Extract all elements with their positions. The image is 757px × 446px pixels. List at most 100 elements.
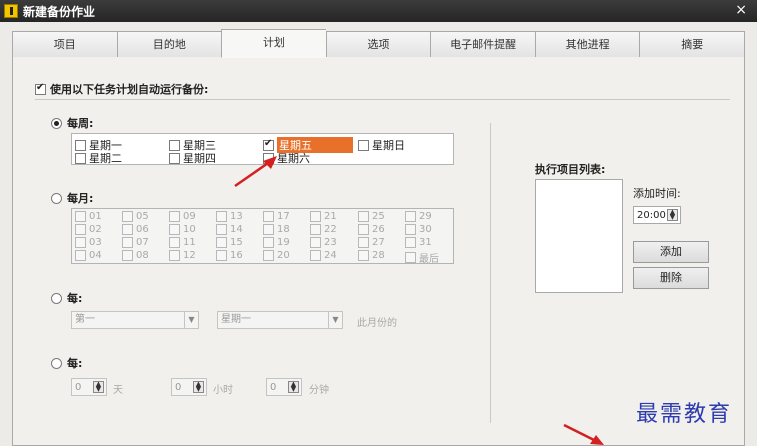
month-day[interactable]: 31	[405, 237, 432, 248]
month-day[interactable]: 25	[358, 211, 385, 222]
chevron-down-icon: ▼	[184, 312, 198, 328]
every-nth-label: 每:	[67, 292, 83, 305]
hours-spinner[interactable]: 0 ▲ ▼	[171, 378, 207, 396]
month-day[interactable]: 29	[405, 211, 432, 222]
hours-unit: 小时	[213, 385, 233, 396]
month-day[interactable]: 08	[122, 250, 149, 261]
month-day[interactable]: 13	[216, 211, 243, 222]
weekday-select[interactable]: 星期一 ▼	[217, 311, 343, 329]
tab-options[interactable]: 选项	[325, 31, 431, 57]
tab-other-processes[interactable]: 其他进程	[534, 31, 640, 57]
month-day[interactable]: 15	[216, 237, 243, 248]
delete-button[interactable]: 删除	[633, 267, 709, 289]
month-day[interactable]: 03	[75, 237, 102, 248]
days-spinner[interactable]: 0 ▲ ▼	[71, 378, 107, 396]
month-day[interactable]: 07	[122, 237, 149, 248]
minutes-unit: 分钟	[309, 385, 329, 396]
checkbox[interactable]	[358, 139, 369, 151]
day-tuesday[interactable]: 星期二	[75, 150, 122, 166]
monthly-radio[interactable]	[51, 192, 62, 204]
month-day[interactable]: 20	[263, 250, 290, 261]
month-day[interactable]: 28	[358, 250, 385, 261]
month-day[interactable]: 10	[169, 224, 196, 235]
time-value: 20:00	[637, 209, 666, 221]
month-day[interactable]: 27	[358, 237, 385, 248]
tab-email-alerts[interactable]: 电子邮件提醒	[430, 31, 535, 57]
month-day[interactable]: 14	[216, 224, 243, 235]
month-day[interactable]: 18	[263, 224, 290, 235]
month-day[interactable]: 05	[122, 211, 149, 222]
run-list-box[interactable]	[535, 179, 623, 293]
month-day[interactable]: 21	[310, 211, 337, 222]
tab-items[interactable]: 项目	[12, 31, 117, 57]
add-button[interactable]: 添加	[633, 241, 709, 263]
day-label: 星期四	[183, 152, 216, 165]
interval-label: 每:	[67, 357, 83, 370]
month-day[interactable]: 30	[405, 224, 432, 235]
close-icon[interactable]: ×	[735, 2, 747, 18]
tab-schedule[interactable]: 计划	[221, 29, 326, 58]
day-thursday[interactable]: 星期四	[169, 150, 216, 166]
separator	[35, 99, 730, 100]
add-time-label: 添加时间:	[633, 187, 681, 200]
spinner-arrows-icon[interactable]: ▲ ▼	[667, 209, 678, 221]
month-day[interactable]: 04	[75, 250, 102, 261]
minutes-value: 0	[270, 381, 277, 393]
enable-schedule-row: 使用以下任务计划自动运行备份:	[35, 81, 208, 97]
tab-destination[interactable]: 目的地	[116, 31, 222, 57]
weekly-option: 每周:	[51, 115, 93, 131]
days-unit: 天	[113, 385, 123, 396]
checkbox[interactable]	[75, 139, 86, 151]
month-day[interactable]: 02	[75, 224, 102, 235]
time-spinner[interactable]: 20:00 ▲ ▼	[633, 206, 681, 224]
month-day[interactable]: 19	[263, 237, 290, 248]
monthly-option: 每月:	[51, 190, 93, 206]
interval-radio[interactable]	[51, 357, 62, 369]
minutes-spinner[interactable]: 0 ▲ ▼	[266, 378, 302, 396]
month-day[interactable]: 22	[310, 224, 337, 235]
month-day[interactable]: 12	[169, 250, 196, 261]
checkbox[interactable]	[75, 152, 86, 164]
enable-schedule-label: 使用以下任务计划自动运行备份:	[50, 83, 209, 96]
app-icon	[4, 4, 18, 18]
month-day[interactable]: 01	[75, 211, 102, 222]
ordinal-select[interactable]: 第一 ▼	[71, 311, 199, 329]
day-sunday[interactable]: 星期日	[358, 137, 405, 153]
checkbox[interactable]	[169, 152, 180, 164]
spinner-arrows-icon[interactable]: ▲ ▼	[93, 381, 104, 393]
day-label: 星期六	[277, 152, 310, 165]
month-day[interactable]: 24	[310, 250, 337, 261]
month-day[interactable]: 06	[122, 224, 149, 235]
day-label: 星期日	[372, 139, 405, 152]
checkbox[interactable]	[169, 139, 180, 151]
vertical-divider	[490, 123, 491, 423]
enable-schedule-checkbox[interactable]	[35, 82, 46, 95]
month-day[interactable]: 17	[263, 211, 290, 222]
arrow-annotation-icon	[563, 423, 604, 445]
chevron-down-icon: ▼	[328, 312, 342, 328]
tab-bar: 项目 目的地 计划 选项 电子邮件提醒 其他进程 摘要	[12, 29, 746, 58]
month-day[interactable]: 26	[358, 224, 385, 235]
month-suffix-label: 此月份的	[357, 318, 397, 329]
month-day[interactable]: 最后	[405, 250, 439, 265]
days-value: 0	[75, 381, 82, 393]
weekday-value: 星期一	[221, 314, 251, 325]
hours-value: 0	[175, 381, 182, 393]
weekly-label: 每周:	[67, 117, 94, 130]
day-label: 星期二	[89, 152, 122, 165]
tab-summary[interactable]: 摘要	[639, 31, 746, 57]
month-day[interactable]: 16	[216, 250, 243, 261]
every-nth-option: 每:	[51, 290, 82, 306]
month-day[interactable]: 09	[169, 211, 196, 222]
window-title: 新建备份作业	[23, 4, 96, 19]
monthly-label: 每月:	[67, 192, 94, 205]
month-day[interactable]: 23	[310, 237, 337, 248]
checkbox[interactable]	[263, 138, 274, 151]
spinner-arrows-icon[interactable]: ▲ ▼	[193, 381, 204, 393]
month-day[interactable]: 11	[169, 237, 196, 248]
ordinal-value: 第一	[75, 314, 95, 325]
spinner-arrows-icon[interactable]: ▲ ▼	[288, 381, 299, 393]
arrow-annotation-icon	[234, 156, 277, 188]
every-nth-radio[interactable]	[51, 292, 62, 304]
weekly-radio[interactable]	[51, 117, 62, 129]
